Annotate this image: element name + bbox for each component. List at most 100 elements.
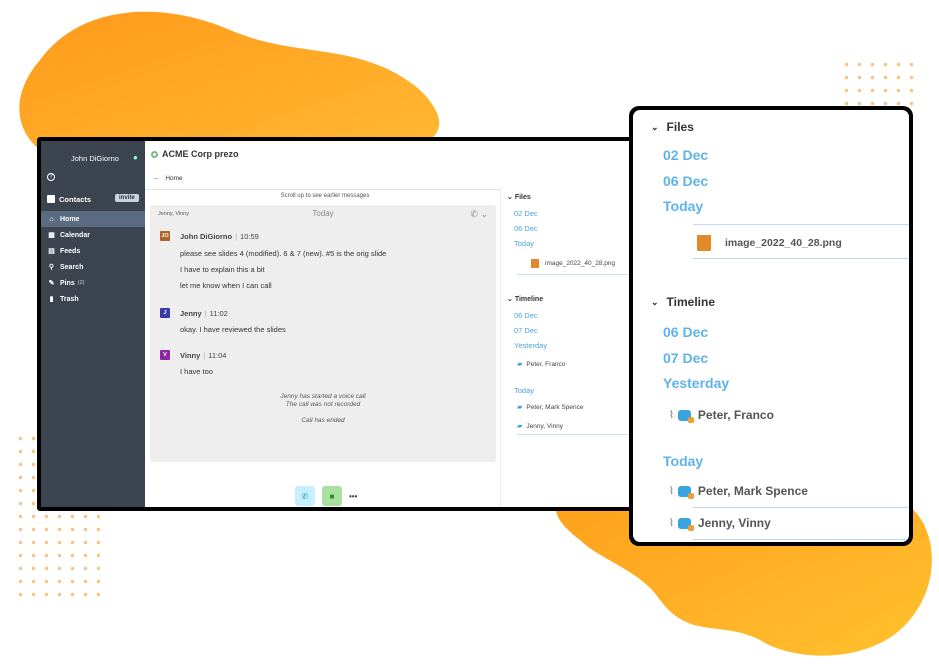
sidebar-item-search[interactable]: ⚲ Search	[41, 259, 145, 275]
timeline-label: Timeline	[514, 296, 544, 303]
timeline-item[interactable]: ⌇ Peter, Franco	[669, 408, 774, 423]
sidebar-item-label: Search	[60, 263, 84, 271]
chevron-down-icon: ⌄	[651, 121, 659, 132]
timeline-item[interactable]: ⌇ Jenny, Vinny	[669, 516, 771, 531]
timeline-date-link[interactable]: 07 Dec	[663, 350, 708, 366]
files-date-link[interactable]: Today	[663, 198, 703, 214]
message-header: Jenny | 11:02	[180, 309, 228, 318]
video-call-button[interactable]: ■	[322, 486, 342, 506]
timeline-item[interactable]: ▰ Peter, Franco	[517, 360, 565, 369]
timeline-date-link[interactable]: 07 Dec	[514, 326, 538, 335]
timeline-participants: Peter, Mark Spence	[526, 403, 584, 411]
sidebar-item-label: Home	[60, 215, 80, 223]
files-label: Files	[666, 120, 694, 134]
home-icon: ⌂	[49, 215, 54, 223]
system-message: The call was not recorded	[285, 401, 361, 408]
timeline-date-link[interactable]: Today	[514, 386, 534, 395]
sidebar-item-feeds[interactable]: ▤ Feeds	[41, 243, 145, 259]
voice-call-button[interactable]: ✆	[295, 486, 315, 506]
file-item[interactable]: image_2022_40_28.png	[531, 259, 615, 268]
chat-bubble-icon: ▰	[517, 361, 523, 368]
breadcrumb-home[interactable]: Home	[165, 175, 182, 182]
chat-bubble-icon: ▰	[517, 404, 523, 411]
sidebar-item-label: Feeds	[60, 247, 81, 255]
help-icon[interactable]: ?	[47, 173, 55, 181]
search-icon: ⚲	[48, 264, 55, 271]
system-message: Call has ended	[301, 417, 345, 424]
files-section-header[interactable]: ⌄ Files	[507, 193, 531, 201]
timeline-date-link[interactable]: Yesterday	[514, 341, 547, 350]
chat-day-label: Today	[312, 209, 334, 218]
divider	[517, 434, 633, 435]
contacts-label: Contacts	[59, 194, 92, 204]
sidebar-item-label: Pins	[60, 279, 75, 287]
divider	[693, 507, 909, 508]
timeline-item[interactable]: ⌇ Peter, Mark Spence	[669, 484, 808, 499]
sidebar-nav: ⌂ Home ▦ Calendar ▤ Feeds ⚲ Search ✎ Pin…	[41, 211, 145, 307]
timeline-item[interactable]: ▰ Jenny, Vinny	[517, 422, 563, 431]
message-header: Vinny | 11:04	[180, 351, 227, 360]
timeline-date-link[interactable]: Today	[663, 453, 703, 469]
sender-name: Jenny	[180, 309, 202, 318]
file-item[interactable]: image_2022_40_28.png	[697, 235, 842, 251]
attachment-icon: ⌇	[669, 409, 674, 421]
system-message: Jenny has started a voice call	[280, 393, 366, 400]
message-line: I have too	[180, 367, 213, 376]
conversation-title: ACME Corp prezo	[151, 149, 239, 159]
files-date-link[interactable]: 02 Dec	[663, 147, 708, 163]
chat-bubble-icon	[677, 409, 694, 423]
sidebar-item-calendar[interactable]: ▦ Calendar	[41, 227, 145, 243]
app-window-content: John DiGiorno ● ? Contacts invite ⌂ Home…	[41, 141, 633, 507]
timeline-participants: Peter, Mark Spence	[697, 484, 808, 498]
zoomed-panel: ⌄ Files 02 Dec 06 Dec Today image_2022_4…	[629, 106, 913, 546]
pin-icon: ✎	[48, 280, 55, 287]
back-arrow-icon[interactable]: ←	[153, 175, 160, 182]
message-line: let me know when I can call	[180, 281, 272, 290]
files-date-link[interactable]: 06 Dec	[514, 224, 538, 233]
message-time: 11:04	[208, 351, 227, 360]
sidebar-item-pins[interactable]: ✎ Pins (2)	[41, 275, 145, 291]
files-section-header[interactable]: ⌄ Files	[651, 120, 694, 134]
invite-button[interactable]: invite	[115, 194, 139, 202]
chevron-down-icon[interactable]: ⌄	[480, 209, 488, 219]
timeline-date-link[interactable]: Yesterday	[663, 375, 729, 391]
scroll-hint[interactable]: Scroll up to see earlier messages	[145, 193, 505, 199]
image-file-icon	[531, 259, 539, 268]
chat-bubble-icon	[677, 485, 694, 499]
chat-tools: ✆ ⌄	[470, 209, 488, 220]
message-line: please see slides 4 (modified). 6 & 7 (n…	[180, 249, 387, 258]
chat-bubble-icon	[677, 517, 694, 531]
files-date-link[interactable]: 06 Dec	[663, 173, 708, 189]
app-window: John DiGiorno ● ? Contacts invite ⌂ Home…	[37, 137, 637, 511]
files-date-link[interactable]: 02 Dec	[514, 209, 538, 218]
call-icon[interactable]: ✆	[470, 209, 478, 219]
avatar: J	[160, 308, 170, 318]
divider	[693, 224, 909, 225]
compose-actions: ✆ ■ •••	[295, 486, 357, 506]
divider	[145, 189, 505, 190]
timeline-participants: Peter, Franco	[697, 408, 774, 422]
sidebar-item-label: Trash	[60, 295, 79, 303]
breadcrumb[interactable]: ← Home	[153, 175, 183, 182]
timeline-date-link[interactable]: 06 Dec	[514, 311, 538, 320]
file-name: image_2022_40_28.png	[545, 260, 616, 267]
chat-bubble-icon: ▰	[517, 423, 523, 430]
user-status-icon[interactable]: ●	[133, 153, 138, 162]
timeline-item[interactable]: ▰ Peter, Mark Spence	[517, 403, 584, 412]
timeline-date-link[interactable]: 06 Dec	[663, 324, 708, 340]
timeline-participants: Jenny, Vinny	[697, 516, 771, 530]
contacts-icon	[47, 195, 55, 203]
sidebar-item-home[interactable]: ⌂ Home	[41, 211, 145, 227]
chevron-down-icon: ⌄	[651, 296, 659, 307]
page: John DiGiorno ● ? Contacts invite ⌂ Home…	[0, 0, 939, 664]
timeline-section-header[interactable]: ⌄ Timeline	[651, 295, 715, 309]
message-line: okay. I have reviewed the slides	[180, 325, 286, 334]
sidebar-item-label: Calendar	[60, 231, 90, 239]
more-options-button[interactable]: •••	[349, 492, 357, 501]
user-name[interactable]: John DiGiorno	[71, 154, 119, 163]
message-time: 11:02	[209, 309, 228, 318]
timeline-section-header[interactable]: ⌄ Timeline	[507, 295, 543, 303]
main-area: ACME Corp prezo ← Home Scroll up to see …	[145, 141, 633, 507]
sidebar-item-trash[interactable]: ▮ Trash	[41, 291, 145, 307]
files-date-link[interactable]: Today	[514, 239, 534, 248]
